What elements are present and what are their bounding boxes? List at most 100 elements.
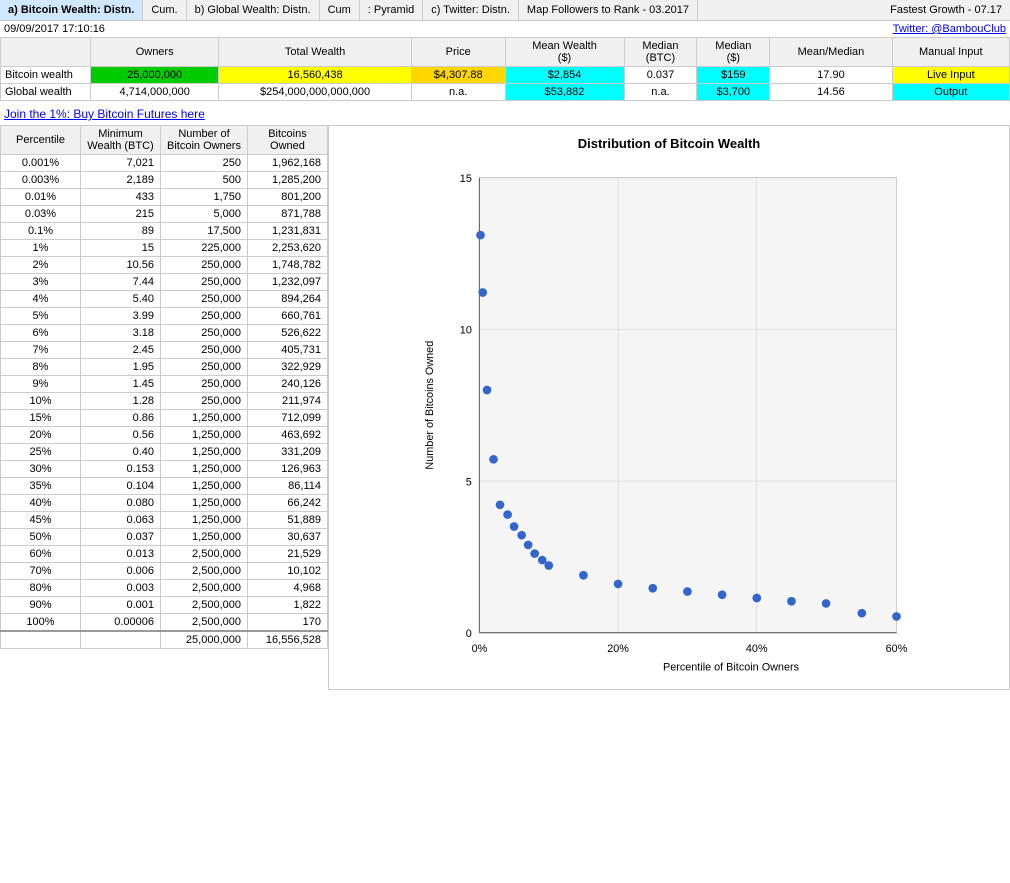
row-bitcoin: Bitcoin wealth 25,000,000 16,560,438 $4,… xyxy=(1,67,1010,84)
cell-btc-owned: 240,126 xyxy=(247,376,327,393)
bitcoin-live-input: Live Input xyxy=(892,67,1009,84)
chart-point-3 xyxy=(483,386,492,395)
cell-btc-owned: 801,200 xyxy=(247,189,327,206)
global-mean-median: 14.56 xyxy=(770,84,892,101)
cell-btc-owned: 1,231,831 xyxy=(247,223,327,240)
cell-btc-owned: 4,968 xyxy=(247,580,327,597)
cell-min-wealth: 0.40 xyxy=(81,444,161,461)
cell-num-owners: 250,000 xyxy=(161,308,248,325)
cell-percentile: 0.003% xyxy=(1,172,81,189)
table-row: 0.003% 2,189 500 1,285,200 xyxy=(1,172,328,189)
cell-btc-owned: 66,242 xyxy=(247,495,327,512)
cell-btc-owned: 30,637 xyxy=(247,529,327,546)
cell-btc-owned: 871,788 xyxy=(247,206,327,223)
cell-min-wealth: 89 xyxy=(81,223,161,240)
cell-min-wealth: 1.95 xyxy=(81,359,161,376)
table-row: 1% 15 225,000 2,253,620 xyxy=(1,240,328,257)
col-header-median-usd: Median($) xyxy=(697,38,770,67)
cell-num-owners: 1,250,000 xyxy=(161,495,248,512)
header-row: 09/09/2017 17:10:16 Twitter: @BambouClub xyxy=(0,21,1010,37)
chart-point-22 xyxy=(892,612,901,621)
svg-text:15: 15 xyxy=(460,173,472,185)
cell-btc-owned: 894,264 xyxy=(247,291,327,308)
bitcoin-label: Bitcoin wealth xyxy=(1,67,91,84)
cell-percentile: 45% xyxy=(1,512,81,529)
table-row: 50% 0.037 1,250,000 30,637 xyxy=(1,529,328,546)
cell-min-wealth: 433 xyxy=(81,189,161,206)
tab-cum-1[interactable]: Cum. xyxy=(143,0,186,20)
cell-min-wealth: 0.006 xyxy=(81,563,161,580)
cell-percentile: 1% xyxy=(1,240,81,257)
cell-min-wealth: 0.037 xyxy=(81,529,161,546)
svg-text:0%: 0% xyxy=(472,643,488,655)
chart-point-21 xyxy=(857,609,866,618)
total-label xyxy=(1,631,81,649)
cell-min-wealth: 5.40 xyxy=(81,291,161,308)
svg-text:5: 5 xyxy=(466,476,472,488)
table-row: 45% 0.063 1,250,000 51,889 xyxy=(1,512,328,529)
th-min-wealth: MinimumWealth (BTC) xyxy=(81,126,161,155)
cell-num-owners: 250,000 xyxy=(161,257,248,274)
cell-percentile: 100% xyxy=(1,614,81,632)
cell-btc-owned: 463,692 xyxy=(247,427,327,444)
top-navigation: a) Bitcoin Wealth: Distn. Cum. b) Global… xyxy=(0,0,1010,21)
bitcoin-total-wealth: 16,560,438 xyxy=(219,67,412,84)
global-median-btc: n.a. xyxy=(624,84,697,101)
global-mean-wealth: $53,882 xyxy=(505,84,624,101)
tab-twitter-distn[interactable]: c) Twitter: Distn. xyxy=(423,0,519,20)
cell-btc-owned: 51,889 xyxy=(247,512,327,529)
cell-percentile: 5% xyxy=(1,308,81,325)
chart-point-13 xyxy=(579,571,588,580)
chart-point-12 xyxy=(544,561,553,570)
tab-map-followers[interactable]: Map Followers to Rank - 03.2017 xyxy=(519,0,698,20)
tab-pyramid[interactable]: : Pyramid xyxy=(360,0,423,20)
cell-percentile: 8% xyxy=(1,359,81,376)
tab-global-distn[interactable]: b) Global Wealth: Distn. xyxy=(187,0,320,20)
cell-num-owners: 2,500,000 xyxy=(161,546,248,563)
cell-percentile: 0.01% xyxy=(1,189,81,206)
cell-min-wealth: 0.56 xyxy=(81,427,161,444)
table-row: 90% 0.001 2,500,000 1,822 xyxy=(1,597,328,614)
chart-point-18 xyxy=(752,594,761,603)
cell-percentile: 10% xyxy=(1,393,81,410)
cell-min-wealth: 0.003 xyxy=(81,580,161,597)
table-row: 3% 7.44 250,000 1,232,097 xyxy=(1,274,328,291)
cell-min-wealth: 0.00006 xyxy=(81,614,161,632)
svg-text:40%: 40% xyxy=(746,643,768,655)
table-row: 4% 5.40 250,000 894,264 xyxy=(1,291,328,308)
global-total-wealth: $254,000,000,000,000 xyxy=(219,84,412,101)
global-median-usd: $3,700 xyxy=(697,84,770,101)
cell-min-wealth: 215 xyxy=(81,206,161,223)
cell-min-wealth: 2.45 xyxy=(81,342,161,359)
table-row: 0.03% 215 5,000 871,788 xyxy=(1,206,328,223)
bitcoin-median-btc: 0.037 xyxy=(624,67,697,84)
bitcoin-owners: 25,000,000 xyxy=(91,67,219,84)
cell-percentile: 9% xyxy=(1,376,81,393)
cell-btc-owned: 1,748,782 xyxy=(247,257,327,274)
tab-cum-2[interactable]: Cum xyxy=(320,0,360,20)
svg-text:10: 10 xyxy=(460,325,472,337)
cell-min-wealth: 15 xyxy=(81,240,161,257)
table-row: 25% 0.40 1,250,000 331,209 xyxy=(1,444,328,461)
chart-svg: 0 5 10 15 0% 20% 40% 60% Number of Bitco… xyxy=(339,156,999,676)
join-link[interactable]: Join the 1%: Buy Bitcoin Futures here xyxy=(0,103,1010,125)
cell-btc-owned: 211,974 xyxy=(247,393,327,410)
table-row: 0.1% 89 17,500 1,231,831 xyxy=(1,223,328,240)
cell-min-wealth: 1.28 xyxy=(81,393,161,410)
cell-num-owners: 17,500 xyxy=(161,223,248,240)
table-row: 7% 2.45 250,000 405,731 xyxy=(1,342,328,359)
col-header-label xyxy=(1,38,91,67)
tab-bitcoin-distn[interactable]: a) Bitcoin Wealth: Distn. xyxy=(0,0,143,20)
chart-point-9 xyxy=(524,541,533,550)
table-row: 6% 3.18 250,000 526,622 xyxy=(1,325,328,342)
table-row: 60% 0.013 2,500,000 21,529 xyxy=(1,546,328,563)
total-owners: 25,000,000 xyxy=(161,631,248,649)
twitter-link[interactable]: Twitter: @BambouClub xyxy=(893,23,1006,35)
cell-percentile: 15% xyxy=(1,410,81,427)
svg-text:20%: 20% xyxy=(607,643,629,655)
chart-point-6 xyxy=(503,510,512,519)
content-area: Percentile MinimumWealth (BTC) Number of… xyxy=(0,125,1010,690)
table-row: 70% 0.006 2,500,000 10,102 xyxy=(1,563,328,580)
cell-num-owners: 1,250,000 xyxy=(161,461,248,478)
svg-text:60%: 60% xyxy=(886,643,908,655)
